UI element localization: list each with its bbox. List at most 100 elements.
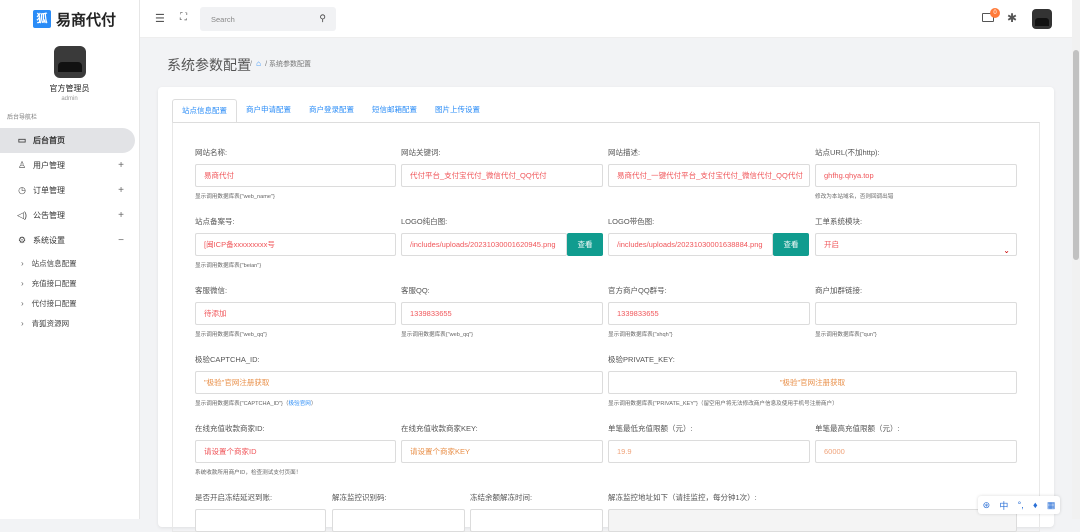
breadcrumb: / ⌂ / 系统参数配置 (250, 59, 311, 69)
max-amount-input[interactable]: 60000 (815, 440, 1017, 463)
sidebar-subitem-resources[interactable]: › 青狐资源网 (0, 313, 139, 333)
private-key-input[interactable]: "极验"官网注册获取 (608, 371, 1017, 394)
user-name: 官方管理员 (49, 84, 90, 93)
unfreeze-code-input[interactable] (332, 509, 465, 532)
qq-hint: 显示调用数据库表{"web_qq"} (401, 332, 474, 338)
max-amount-label: 单笔最高充值限额（元）: (815, 424, 900, 433)
settings-icon[interactable]: ✱ (1007, 11, 1017, 25)
group-link-hint: 显示调用数据库表{"qun"} (815, 332, 877, 338)
description-input[interactable]: 易商代付_一键代付平台_支付宝代付_微信代付_QQ代付 (608, 164, 810, 187)
chevron-down-icon: ⌄ (1003, 246, 1010, 255)
logo-color-input[interactable]: /includes/uploads/20231030001638884.png (608, 233, 773, 256)
page-title: 系统参数配置 (167, 57, 251, 73)
sidebar-subitem-recharge[interactable]: › 充值接口配置 (0, 273, 139, 293)
sidebar-subitem-label: 青狐资源网 (31, 318, 70, 328)
keywords-label: 网站关键词: (401, 148, 441, 157)
unfreeze-code-label: 解冻监控识别码: (332, 493, 387, 502)
qq-group-label: 官方商户QQ群号: (608, 286, 667, 295)
clock-icon: ◷ (18, 185, 26, 195)
freeze-delay-label: 是否开启冻结延迟到账: (195, 493, 273, 502)
keywords-input[interactable]: 代付平台_支付宝代付_微信代付_QQ代付 (401, 164, 603, 187)
qq-group-hint: 显示调用数据库表{"shqh"} (608, 332, 673, 338)
sidebar-item-home[interactable]: ▭ 后台首页 (0, 128, 135, 153)
sidebar-item-label: 公告管理 (33, 211, 65, 220)
web-name-input[interactable]: 易商代付 (195, 164, 396, 187)
ime-logo-icon[interactable]: ⊛ (983, 500, 991, 511)
geetest-link[interactable]: 极验官网 (289, 401, 311, 407)
site-url-input[interactable]: ghfhg.qhya.top (815, 164, 1017, 187)
gear-icon: ⚙ (17, 235, 27, 245)
app-name: 易商代付 (56, 11, 117, 29)
qq-input[interactable]: 1339833655 (401, 302, 603, 325)
merchant-key-input[interactable]: 请设置个商家KEY (401, 440, 603, 463)
chevron-right-icon: › (21, 258, 24, 268)
user-role: admin (61, 96, 78, 102)
top-avatar[interactable] (1032, 9, 1052, 29)
sidebar-item-users[interactable]: ♙ 用户管理 + (0, 153, 139, 178)
site-url-label: 站点URL(不加http): (815, 148, 880, 157)
min-amount-input[interactable]: 19.9 (608, 440, 810, 463)
sidebar-subitem-payout[interactable]: › 代付接口配置 (0, 293, 139, 313)
fullscreen-icon[interactable]: ⛶ (180, 12, 187, 23)
private-key-label: 极验PRIVATE_KEY: (608, 355, 675, 364)
merchant-id-label: 在线充值收款商家ID: (195, 424, 265, 433)
scrollbar-thumb[interactable] (1073, 50, 1079, 260)
group-link-input[interactable] (815, 302, 1017, 325)
tab-site-info[interactable]: 站点信息配置 (172, 99, 237, 123)
captcha-id-input[interactable]: "极验"官网注册获取 (195, 371, 603, 394)
tab-sms-email[interactable]: 短信邮箱配置 (363, 99, 426, 123)
logo-white-input[interactable]: /includes/uploads/20231030001620945.png (401, 233, 567, 256)
expand-icon[interactable]: + (118, 160, 124, 171)
user-avatar[interactable] (53, 46, 86, 78)
punctuation-icon[interactable]: °, (1018, 500, 1024, 510)
fox-logo-icon: 狐 (33, 10, 51, 28)
wechat-hint: 显示调用数据库表{"web_qq"} (195, 332, 268, 338)
app-logo[interactable]: 狐 易商代付 (0, 0, 139, 38)
tab-merchant-login[interactable]: 商户登录配置 (300, 99, 363, 123)
wechat-label: 客服微信: (195, 286, 228, 295)
beian-label: 站点备案号: (195, 217, 235, 226)
qq-group-input[interactable]: 1339833655 (608, 302, 810, 325)
chevron-right-icon: › (21, 278, 24, 288)
min-amount-label: 单笔最低充值限额（元）: (608, 424, 693, 433)
sidebar-subitem-label: 站点信息配置 (31, 258, 77, 268)
sidebar-item-orders[interactable]: ◷ 订单管理 + (0, 178, 139, 203)
sidebar-item-notices[interactable]: ◁) 公告管理 + (0, 203, 139, 228)
wechat-input[interactable]: 待添加 (195, 302, 396, 325)
ime-language[interactable]: 中 (999, 499, 1008, 512)
freeze-time-label: 冻结余额解冻时间: (470, 493, 533, 502)
freeze-delay-select[interactable] (195, 509, 326, 532)
unfreeze-url-input[interactable] (608, 509, 1017, 532)
menu-icon[interactable]: ☰ (155, 12, 165, 25)
expand-icon[interactable]: + (118, 185, 124, 196)
sidebar: 狐 易商代付 官方管理员 admin 后台导航栏 ▭ 后台首页 ♙ 用户管理 +… (0, 0, 140, 519)
breadcrumb-separator: / (265, 61, 268, 68)
merchant-key-label: 在线充值收款商家KEY: (401, 424, 478, 433)
monitor-icon: ▭ (17, 135, 27, 145)
freeze-time-input[interactable] (470, 509, 603, 532)
tab-merchant-apply[interactable]: 商户申请配置 (237, 99, 300, 123)
ticket-select[interactable]: 开启 ⌄ (815, 233, 1017, 256)
page-scrollbar[interactable] (1072, 0, 1080, 519)
beian-input[interactable]: [闽ICP备xxxxxxxxx号 (195, 233, 396, 256)
view-logo-color-button[interactable]: 查看 (773, 233, 809, 256)
tab-image-upload[interactable]: 图片上传设置 (426, 99, 489, 123)
microphone-icon[interactable]: ♦ (1033, 500, 1038, 510)
web-name-label: 网站名称: (195, 148, 228, 157)
chevron-right-icon: › (21, 298, 24, 308)
logo-color-label: LOGO带色图: (608, 217, 655, 226)
captcha-id-label: 极验CAPTCHA_ID: (195, 355, 260, 364)
sidebar-subitem-site-info[interactable]: › 站点信息配置 (0, 253, 139, 273)
sidebar-item-settings[interactable]: ⚙ 系统设置 − (0, 228, 139, 253)
home-icon[interactable]: ⌂ (254, 59, 263, 68)
view-logo-white-button[interactable]: 查看 (567, 233, 603, 256)
grid-icon[interactable]: ▦ (1047, 500, 1056, 511)
expand-icon[interactable]: + (118, 210, 124, 221)
collapse-icon[interactable]: − (118, 235, 124, 246)
merchant-id-input[interactable]: 请设置个商家ID (195, 440, 396, 463)
nav-section-label: 后台导航栏 (7, 115, 38, 121)
search-icon[interactable]: ⚲ (319, 13, 326, 24)
search-input[interactable]: Search ⚲ (200, 7, 336, 31)
logo-white-label: LOGO纯白图: (401, 217, 448, 226)
floating-ime-toolbar[interactable]: ⊛ 中 °, ♦ ▦ (978, 496, 1060, 514)
